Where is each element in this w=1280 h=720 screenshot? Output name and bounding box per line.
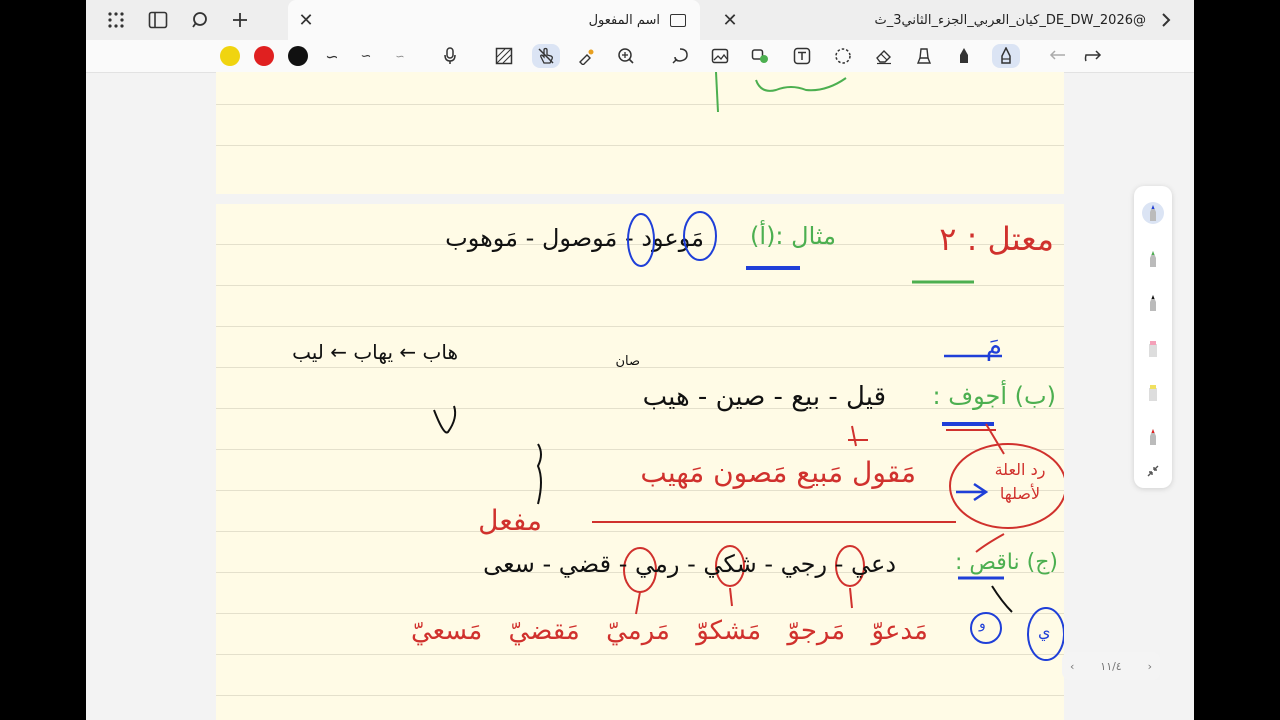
tab-active[interactable]: ✕ اسم المفعول [288, 0, 700, 40]
page-navigator: ‹ ١١/٤ › [1062, 652, 1160, 680]
next-page-icon[interactable]: › [1148, 660, 1152, 673]
notebook-page: معتل : ٢ مثال :(أ) مَوعود - مَوصول - مَو… [216, 204, 1064, 720]
stroke-thick-icon[interactable]: ∽ [320, 44, 344, 68]
words-ajwaf: قيل - بيع - صين - هيب [642, 382, 886, 412]
touch-disable-icon[interactable] [532, 44, 560, 68]
note-radd-illa: رد العلة لأصلها [994, 460, 1046, 503]
pen-preset-red[interactable] [1143, 424, 1163, 450]
lasso-icon[interactable] [668, 44, 692, 68]
pencil-icon[interactable] [992, 44, 1020, 68]
pen-toolbar: ∽ ∽ ∽ [86, 40, 1194, 73]
close-icon[interactable]: ✕ [716, 6, 744, 34]
label-naqis: (ج) ناقص : [954, 550, 1058, 575]
tab-window-icon [670, 13, 686, 27]
circle-letter-1: و [979, 616, 986, 632]
forward-icon[interactable] [1152, 6, 1180, 34]
image-icon[interactable] [708, 44, 732, 68]
undo-icon[interactable] [1046, 44, 1070, 68]
eraser-icon[interactable] [872, 44, 896, 68]
red-color-swatch[interactable] [252, 44, 276, 68]
microphone-icon[interactable] [438, 44, 462, 68]
note-hab: هاب ← يهاب ← ليب [292, 340, 458, 364]
sidebar-icon[interactable] [144, 6, 172, 34]
page-indicator: ١١/٤ [1100, 659, 1122, 673]
yellow-color-swatch[interactable] [218, 44, 242, 68]
favorite-pens-panel [1134, 186, 1172, 488]
label-ajwaf: (ب) أجوف : [932, 382, 1056, 410]
highlighter-preset-yellow[interactable] [1143, 380, 1163, 406]
stroke-medium-icon[interactable]: ∽ [354, 44, 378, 68]
close-icon[interactable]: ✕ [292, 6, 320, 34]
add-icon[interactable] [226, 6, 254, 34]
app-window: ✕ اسم المفعول ✕ كيان_العربي_الجزء_الثاني… [86, 0, 1194, 720]
redo-icon[interactable] [1081, 44, 1105, 68]
zoom-in-icon[interactable] [614, 44, 638, 68]
pen-icon[interactable] [952, 44, 976, 68]
pattern-mafal: مفعل [478, 504, 542, 537]
tab-title: اسم المفعول [588, 12, 660, 28]
circle-letter-2: ي [1038, 622, 1051, 641]
previous-page-icon[interactable]: ‹ [1070, 660, 1074, 673]
tab-bar: ✕ اسم المفعول ✕ كيان_العربي_الجزء_الثاني… [86, 0, 1194, 40]
words-naqis-mafool: مَدعوّ مَرجوّ مَشكوّ مَرميّ مَقضيّ مَسعي… [410, 616, 928, 646]
grid-icon[interactable] [102, 6, 130, 34]
note-san: صان [615, 354, 640, 369]
words-naqis: دعي - رجي - شكي - رمي - قضي - سعى [483, 550, 896, 578]
pattern-icon[interactable] [492, 44, 516, 68]
handwriting-fragment [715, 72, 847, 113]
shapes-icon[interactable] [748, 44, 772, 68]
laser-pointer-icon[interactable] [574, 44, 598, 68]
highlighter-preset-pink[interactable] [1143, 336, 1163, 362]
selection-icon[interactable] [831, 44, 855, 68]
text-box-icon[interactable] [790, 44, 814, 68]
stroke-thin-icon[interactable]: ∽ [388, 44, 412, 68]
pen-preset-blue[interactable] [1142, 202, 1164, 224]
notebook-page-previous [216, 72, 1064, 194]
search-icon[interactable] [186, 6, 214, 34]
collapse-icon[interactable] [1143, 458, 1163, 484]
pen-preset-green[interactable] [1143, 246, 1163, 272]
tab-secondary[interactable]: ✕ كيان_العربي_الجزء_الثاني3_ث_DE_DW_2026… [716, 0, 1186, 40]
tab-title: كيان_العربي_الجزء_الثاني3_ث_DE_DW_2026@ [874, 12, 1146, 28]
blue-ma: مَ [985, 332, 1002, 362]
highlighter-icon[interactable] [912, 44, 936, 68]
words-ism-mafool: مَقول مَبيع مَصون مَهيب [640, 456, 916, 489]
black-color-swatch[interactable] [286, 44, 310, 68]
pen-preset-black[interactable] [1143, 290, 1163, 316]
